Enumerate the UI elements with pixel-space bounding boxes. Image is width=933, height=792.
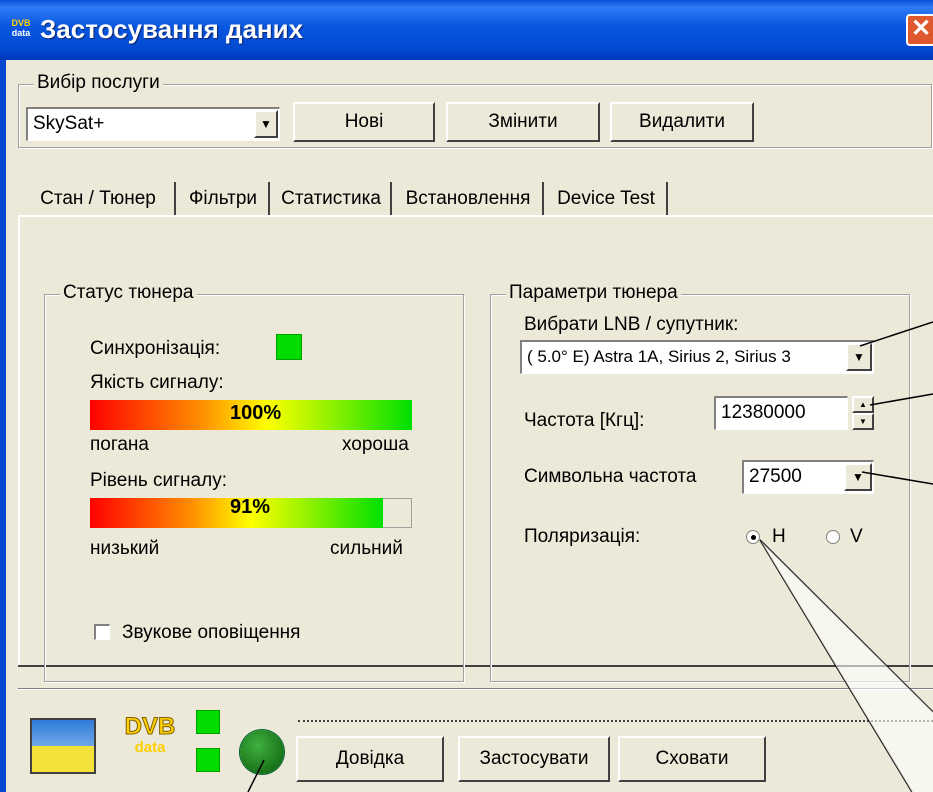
annotation-line-lnb <box>859 321 933 347</box>
annotation-line-activity <box>247 759 265 792</box>
annotation-line-frequency <box>869 393 933 406</box>
annotation-pointer-fill <box>760 540 933 792</box>
annotation-line-symbol-rate <box>861 471 933 485</box>
annotation-lines <box>247 321 933 792</box>
